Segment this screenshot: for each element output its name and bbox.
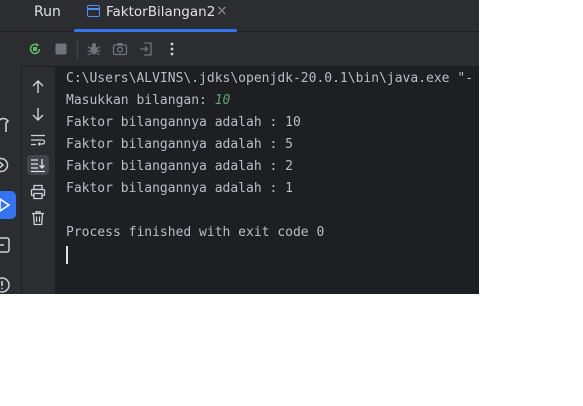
down-arrow-icon[interactable] bbox=[30, 106, 46, 122]
more-icon[interactable] bbox=[164, 41, 180, 57]
trash-icon[interactable] bbox=[30, 210, 46, 226]
rerun-icon[interactable] bbox=[27, 41, 43, 57]
console-gutter-toolbar bbox=[22, 67, 55, 294]
run-tool-window: Run FaktorBilangan2 × C:\Users\ALVINS\.j… bbox=[0, 0, 479, 294]
exit-icon[interactable] bbox=[138, 41, 154, 57]
run-toolbar bbox=[22, 33, 479, 67]
debug-icon[interactable] bbox=[86, 41, 102, 57]
command-line: C:\Users\ALVINS\.jdks\openjdk-20.0.1\bin… bbox=[66, 71, 473, 86]
up-arrow-icon[interactable] bbox=[30, 79, 46, 95]
run-tab-bar: Run FaktorBilangan2 × bbox=[0, 0, 479, 32]
print-icon[interactable] bbox=[30, 184, 46, 200]
soft-wrap-icon[interactable] bbox=[30, 132, 46, 148]
screenshot-icon[interactable] bbox=[112, 41, 128, 57]
exit-message: Process finished with exit code 0 bbox=[66, 225, 325, 240]
problems-icon[interactable] bbox=[0, 275, 14, 294]
toolbar-separator bbox=[77, 40, 78, 60]
services-icon[interactable] bbox=[0, 155, 14, 175]
text-caret bbox=[66, 246, 68, 264]
build-icon[interactable] bbox=[0, 115, 14, 135]
close-icon[interactable]: × bbox=[216, 3, 228, 19]
output-line: Faktor bilangannya adalah : 1 bbox=[66, 181, 293, 196]
active-tab-indicator bbox=[74, 29, 237, 32]
run-window-title: Run bbox=[34, 4, 61, 20]
terminal-icon[interactable] bbox=[0, 235, 14, 255]
console-output[interactable]: C:\Users\ALVINS\.jdks\openjdk-20.0.1\bin… bbox=[55, 67, 479, 294]
scroll-to-end-icon[interactable] bbox=[30, 157, 46, 173]
console-icon bbox=[87, 5, 100, 17]
left-tool-strip bbox=[0, 67, 22, 294]
user-input-value: 10 bbox=[214, 93, 231, 108]
prompt-text: Masukkan bilangan: bbox=[66, 93, 215, 108]
tab-title: FaktorBilangan2 bbox=[106, 4, 216, 20]
output-line: Faktor bilangannya adalah : 2 bbox=[66, 159, 293, 174]
run-icon[interactable] bbox=[0, 195, 14, 215]
stop-icon[interactable] bbox=[53, 41, 69, 57]
output-line: Faktor bilangannya adalah : 10 bbox=[66, 115, 301, 130]
input-prompt-line: Masukkan bilangan: 10 bbox=[66, 93, 230, 108]
output-line: Faktor bilangannya adalah : 5 bbox=[66, 137, 293, 152]
tab-faktorbilangan2[interactable]: FaktorBilangan2 × bbox=[74, 0, 237, 32]
